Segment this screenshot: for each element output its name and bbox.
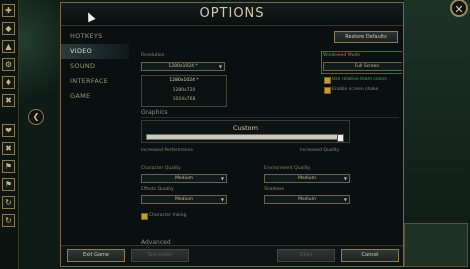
- shadows-label: Shadows: [264, 187, 285, 192]
- graphics-heading: Graphics: [141, 109, 168, 116]
- left-toolbar: ✚ ◆ ▲ ⚙ ♦ ✖ ❤ ✖ ⚑ ⚑ ↻ ↻: [0, 0, 19, 269]
- shadows-value: Medium: [298, 197, 316, 202]
- chevron-down-icon: ▼: [220, 176, 224, 181]
- left-toolbar-icon-12[interactable]: ↻: [2, 214, 15, 227]
- effects-quality-value: Medium: [175, 197, 193, 202]
- character-inking-checkbox[interactable]: [141, 213, 148, 220]
- graphics-preset-label: Custom: [233, 124, 258, 132]
- left-toolbar-icon-6[interactable]: ✖: [2, 94, 15, 107]
- environment-quality-label: Environment Quality: [264, 166, 311, 171]
- restore-defaults-button[interactable]: Restore Defaults: [334, 31, 398, 43]
- cancel-button[interactable]: Cancel: [341, 249, 399, 262]
- options-nav: HOTKEYS VIDEO SOUND INTERFACE GAME: [61, 29, 129, 104]
- resolution-option[interactable]: 1024x768: [142, 95, 226, 105]
- resolution-value: 1280x1024 *: [168, 64, 198, 69]
- shadows-dropdown[interactable]: Medium ▼: [264, 195, 350, 204]
- resolution-label: Resolution: [141, 53, 165, 58]
- minimap[interactable]: [404, 223, 468, 267]
- highlight-box: [321, 51, 402, 74]
- left-toolbar-icon-5[interactable]: ♦: [2, 76, 15, 89]
- section-divider: [141, 117, 399, 118]
- left-toolbar-icon-1[interactable]: ✚: [2, 4, 15, 17]
- left-toolbar-icon-3[interactable]: ▲: [2, 40, 15, 53]
- nav-sound[interactable]: SOUND: [61, 59, 129, 74]
- screen-shake-label: Enable screen shake: [332, 87, 379, 92]
- chevron-down-icon: ▼: [220, 197, 224, 202]
- character-quality-value: Medium: [175, 176, 193, 181]
- environment-quality-value: Medium: [298, 176, 316, 181]
- surrender-button[interactable]: Surrender: [131, 249, 189, 262]
- left-toolbar-icon-9[interactable]: ⚑: [2, 160, 15, 173]
- slider-left-label: Increased Performance: [141, 148, 193, 153]
- exit-game-button[interactable]: Exit Game: [67, 249, 125, 262]
- right-game-area: [404, 0, 470, 269]
- environment-quality-dropdown[interactable]: Medium ▼: [264, 174, 350, 183]
- dialog-title: OPTIONS: [61, 3, 403, 26]
- relative-team-colors-checkbox[interactable]: [324, 77, 331, 84]
- options-dialog: OPTIONS ✕ ❮ HOTKEYS VIDEO SOUND INTERFAC…: [28, 0, 468, 267]
- resolution-option[interactable]: 1280x1024 *: [142, 76, 226, 86]
- graphics-preset-slider[interactable]: Custom: [141, 120, 350, 143]
- resolution-option[interactable]: 1280x720: [142, 86, 226, 96]
- slider-right-label: Increased Quality: [300, 148, 340, 153]
- effects-quality-dropdown[interactable]: Medium ▼: [141, 195, 227, 204]
- character-quality-dropdown[interactable]: Medium ▼: [141, 174, 227, 183]
- chevron-down-icon: ▼: [218, 64, 222, 69]
- collapse-chevron-icon[interactable]: ❮: [28, 109, 44, 125]
- nav-video[interactable]: VIDEO: [61, 44, 129, 59]
- effects-quality-label: Effects Quality: [141, 187, 174, 192]
- relative-team-colors-label: Use relative team colors: [332, 77, 387, 82]
- nav-hotkeys[interactable]: HOTKEYS: [61, 29, 129, 44]
- okay-button[interactable]: Okay: [277, 249, 335, 262]
- left-toolbar-icon-4[interactable]: ⚙: [2, 58, 15, 71]
- resolution-options-list: 1280x1024 * 1280x720 1024x768: [141, 75, 227, 107]
- chevron-down-icon: ▼: [343, 197, 347, 202]
- chevron-down-icon: ▼: [343, 176, 347, 181]
- left-toolbar-icon-11[interactable]: ↻: [2, 196, 15, 209]
- dialog-footer: Exit Game Surrender Okay Cancel: [61, 245, 403, 266]
- nav-game[interactable]: GAME: [61, 89, 129, 104]
- slider-track[interactable]: [146, 134, 344, 142]
- left-toolbar-icon-7[interactable]: ❤: [2, 124, 15, 137]
- left-toolbar-icon-2[interactable]: ◆: [2, 22, 15, 35]
- nav-interface[interactable]: INTERFACE: [61, 74, 129, 89]
- screen-shake-checkbox[interactable]: [324, 87, 331, 94]
- video-settings-panel: Restore Defaults Resolution 1280x1024 * …: [134, 29, 402, 249]
- left-toolbar-icon-8[interactable]: ✖: [2, 142, 15, 155]
- resolution-dropdown[interactable]: 1280x1024 * ▼: [141, 62, 225, 71]
- character-quality-label: Character Quality: [141, 166, 181, 171]
- left-toolbar-icon-10[interactable]: ⚑: [2, 178, 15, 191]
- character-inking-label: Character Inking: [149, 213, 187, 218]
- slider-handle[interactable]: [337, 134, 344, 142]
